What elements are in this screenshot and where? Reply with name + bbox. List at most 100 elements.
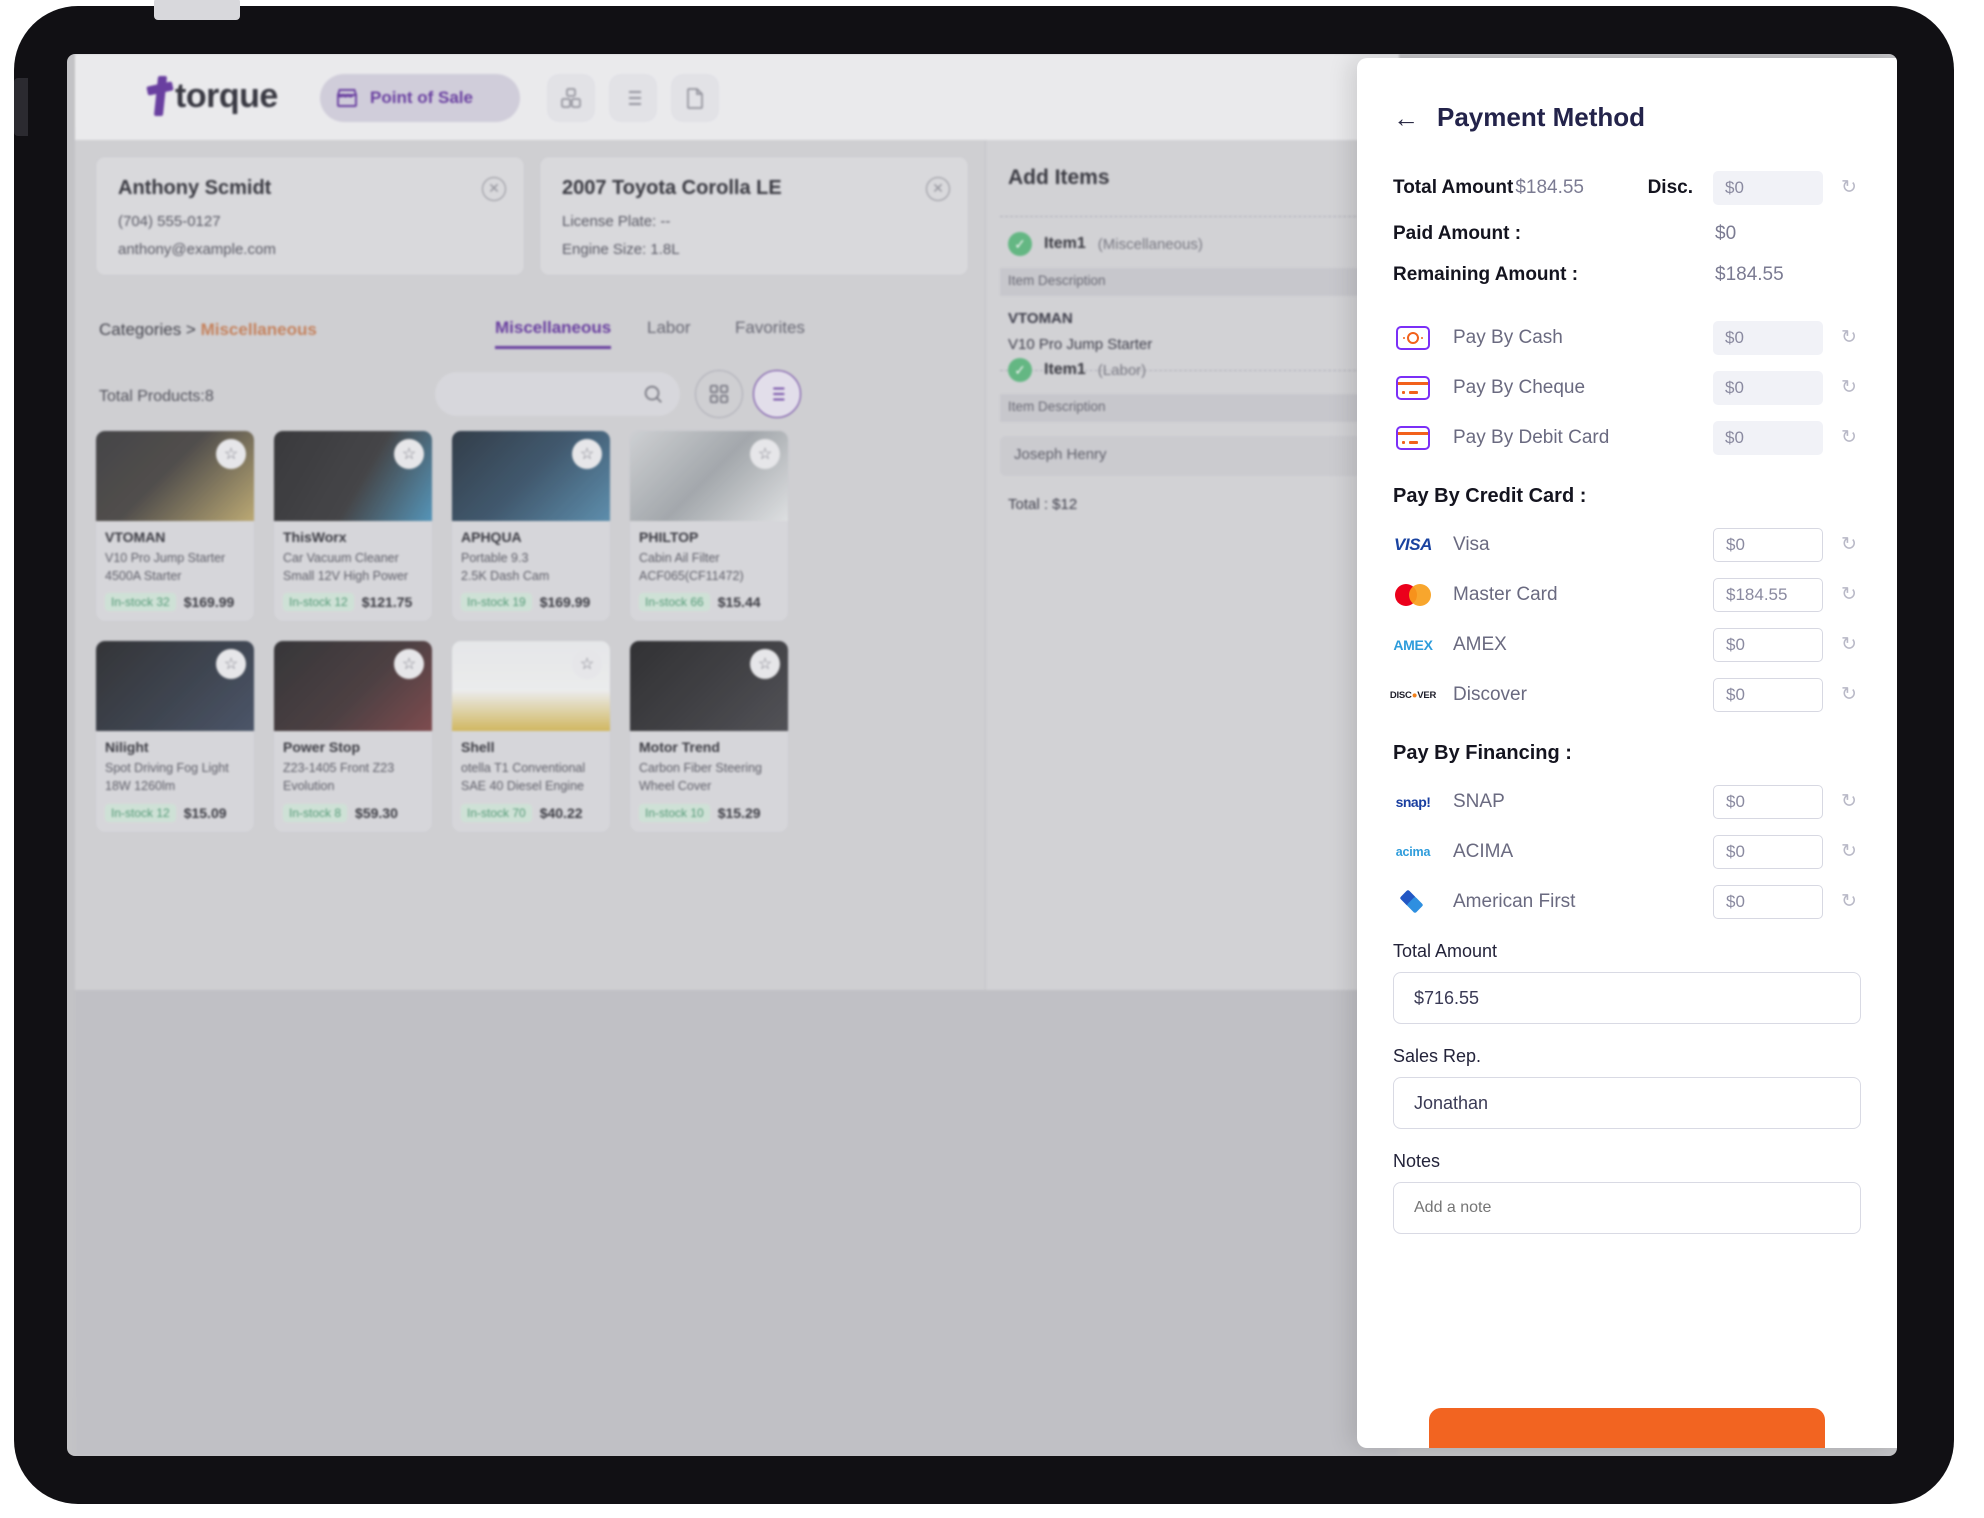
customer-card: Anthony Scmidt (704) 555-0127 anthony@ex… [95, 156, 525, 276]
blocks-icon-button[interactable] [547, 74, 595, 122]
reset-icon[interactable]: ↻ [1837, 176, 1861, 200]
payment-panel-title: Payment Method [1437, 102, 1646, 132]
payment-total-right-value: $184.55 [1715, 264, 1784, 285]
added-item-2[interactable]: ✓ Item1 (Labor) [1008, 358, 1146, 382]
reset-icon[interactable]: ↻ [1837, 790, 1861, 814]
reset-icon[interactable]: ↻ [1837, 633, 1861, 657]
product-footer: In-stock 8 $59.30 [283, 803, 423, 822]
list-icon-button[interactable] [609, 74, 657, 122]
reset-icon[interactable]: ↻ [1837, 683, 1861, 707]
payment-amount-input[interactable] [1713, 528, 1823, 562]
sales-rep-input[interactable] [1393, 1077, 1861, 1129]
added-item-2-value-field[interactable]: Joseph Henry [1000, 436, 1386, 476]
favorite-star-icon[interactable]: ☆ [216, 649, 246, 680]
search-input[interactable] [435, 372, 680, 416]
customer-email: anthony@example.com [118, 241, 276, 258]
payment-method-row: Master Card ↻ [1393, 578, 1861, 612]
point-of-sale-tab[interactable]: Point of Sale [320, 74, 520, 122]
product-description: Carbon Fiber Steering Wheel Cover [639, 759, 779, 795]
product-desc-line-2: Evolution [283, 779, 335, 794]
payment-total-label: Total Amount [1393, 177, 1514, 198]
reset-icon[interactable]: ↻ [1837, 840, 1861, 864]
favorite-star-icon[interactable]: ☆ [394, 439, 424, 469]
reset-icon[interactable]: ↻ [1837, 426, 1861, 450]
snap-logo: snap! [1395, 794, 1431, 810]
product-description: Cabin Ail Filter ACF065(CF11472) [639, 549, 779, 585]
storefront-icon [337, 89, 357, 107]
list-view-button[interactable] [753, 370, 801, 418]
payment-total-label: Remaining Amount : [1393, 264, 1579, 285]
product-desc-line-2: 4500A Starter [105, 569, 182, 584]
payment-amount-input[interactable] [1713, 371, 1823, 405]
payment-logo [1393, 323, 1433, 353]
reset-icon[interactable]: ↻ [1837, 890, 1861, 914]
payment-amount-input[interactable] [1713, 678, 1823, 712]
product-card[interactable]: ☆ Nilight Spot Driving Fog Light 18W 1260lm… [95, 640, 255, 833]
favorite-star-icon[interactable]: ☆ [572, 439, 602, 469]
product-card[interactable]: ☆ Power Stop Z23-1405 Front Z23 Evolution In… [273, 640, 433, 833]
submit-payment-button[interactable] [1429, 1408, 1825, 1448]
reset-icon[interactable]: ↻ [1837, 583, 1861, 607]
payment-method-name: AMEX [1453, 634, 1507, 655]
discount-input[interactable] [1713, 171, 1823, 205]
product-card[interactable]: ☆ VTOMAN V10 Pro Jump Starter 4500A Starter… [95, 430, 255, 623]
product-card[interactable]: ☆ Shell otella T1 Conventional SAE 40 Diese… [451, 640, 611, 833]
favorite-star-icon[interactable]: ☆ [750, 439, 780, 469]
product-price: $169.99 [539, 594, 591, 611]
total-amount-input[interactable] [1393, 972, 1861, 1024]
added-item-2-desc-header: Item Description [1000, 394, 1386, 422]
payment-amount-input[interactable] [1713, 785, 1823, 819]
grid-view-button[interactable] [695, 370, 743, 418]
reset-icon[interactable]: ↻ [1837, 533, 1861, 557]
payment-amount-input[interactable] [1713, 835, 1823, 869]
payment-amount-input[interactable] [1713, 321, 1823, 355]
payment-method-name: ACIMA [1453, 841, 1514, 862]
product-card[interactable]: ☆ APHQUA Portable 9.3 2.5K Dash Cam In-stock… [451, 430, 611, 623]
product-footer: In-stock 70 $40.22 [461, 803, 601, 822]
tab-miscellaneous[interactable]: Miscellaneous [495, 318, 612, 349]
payment-logo: VISA [1393, 530, 1433, 560]
product-price: $40.22 [539, 804, 583, 821]
payment-method-row: DISC●VER Discover ↻ [1390, 678, 1861, 712]
payment-totals: Total Amount$184.55Disc.↻Paid Amount :$0… [1393, 171, 1861, 287]
remove-vehicle-button[interactable]: ✕ [926, 177, 950, 201]
product-image: ☆ [96, 431, 254, 521]
product-price: $59.30 [355, 804, 398, 821]
product-footer: In-stock 19 $169.99 [461, 593, 601, 612]
payment-amount-input[interactable] [1713, 628, 1823, 662]
american-first-logo [1399, 889, 1426, 914]
acima-logo: acima [1395, 845, 1431, 859]
favorite-star-icon[interactable]: ☆ [572, 649, 602, 680]
product-card[interactable]: ☆ ThisWorx Car Vacuum Cleaner Small 12V Hig… [273, 430, 433, 623]
payment-total-row: Total Amount$184.55 Disc. ↻ [1393, 171, 1861, 205]
favorite-star-icon[interactable]: ☆ [750, 649, 780, 680]
tab-labor[interactable]: Labor [647, 318, 690, 338]
notes-input[interactable] [1393, 1182, 1861, 1234]
product-card[interactable]: ☆ Motor Trend Carbon Fiber Steering Wheel C… [629, 640, 789, 833]
payment-amount-input[interactable] [1713, 578, 1823, 612]
financing-methods: snap! SNAP ↻ acima ACIMA ↻ American First ↻ [1393, 785, 1861, 919]
tab-favorites[interactable]: Favorites [735, 318, 805, 338]
tablet-device-frame: torque Point of Sale Anthony Scmidt (704… [14, 0, 1954, 1504]
product-price: $121.75 [361, 594, 413, 611]
vehicle-engine-size: Engine Size: 1.8L [562, 241, 680, 258]
credit-card-methods: VISA Visa ↻ Master Card ↻ AMEX AMEX ↻ DISC●VER Di… [1390, 528, 1861, 712]
payment-amount-input[interactable] [1713, 885, 1823, 919]
favorite-star-icon[interactable]: ☆ [394, 649, 424, 680]
reset-icon[interactable]: ↻ [1837, 376, 1861, 400]
favorite-star-icon[interactable]: ☆ [216, 439, 246, 469]
payment-panel-header: ← Payment Method [1393, 102, 1861, 133]
reset-icon[interactable]: ↻ [1837, 326, 1861, 350]
added-item-1[interactable]: ✓ Item1 (Miscellaneous) [1008, 232, 1203, 256]
payment-logo [1393, 423, 1433, 453]
payment-amount-input[interactable] [1713, 421, 1823, 455]
product-price: $15.29 [717, 804, 761, 821]
product-card[interactable]: ☆ PHILTOP Cabin Ail Filter ACF065(CF11472) I… [629, 430, 789, 623]
added-item-1-brand: VTOMAN [1008, 310, 1073, 327]
document-icon [687, 88, 703, 109]
arrow-left-icon[interactable]: ← [1393, 105, 1419, 131]
remove-customer-button[interactable]: ✕ [482, 177, 506, 201]
payment-method-row: Pay By Debit Card ↻ [1393, 421, 1861, 455]
payment-method-name: Visa [1453, 534, 1490, 555]
document-icon-button[interactable] [671, 74, 719, 122]
